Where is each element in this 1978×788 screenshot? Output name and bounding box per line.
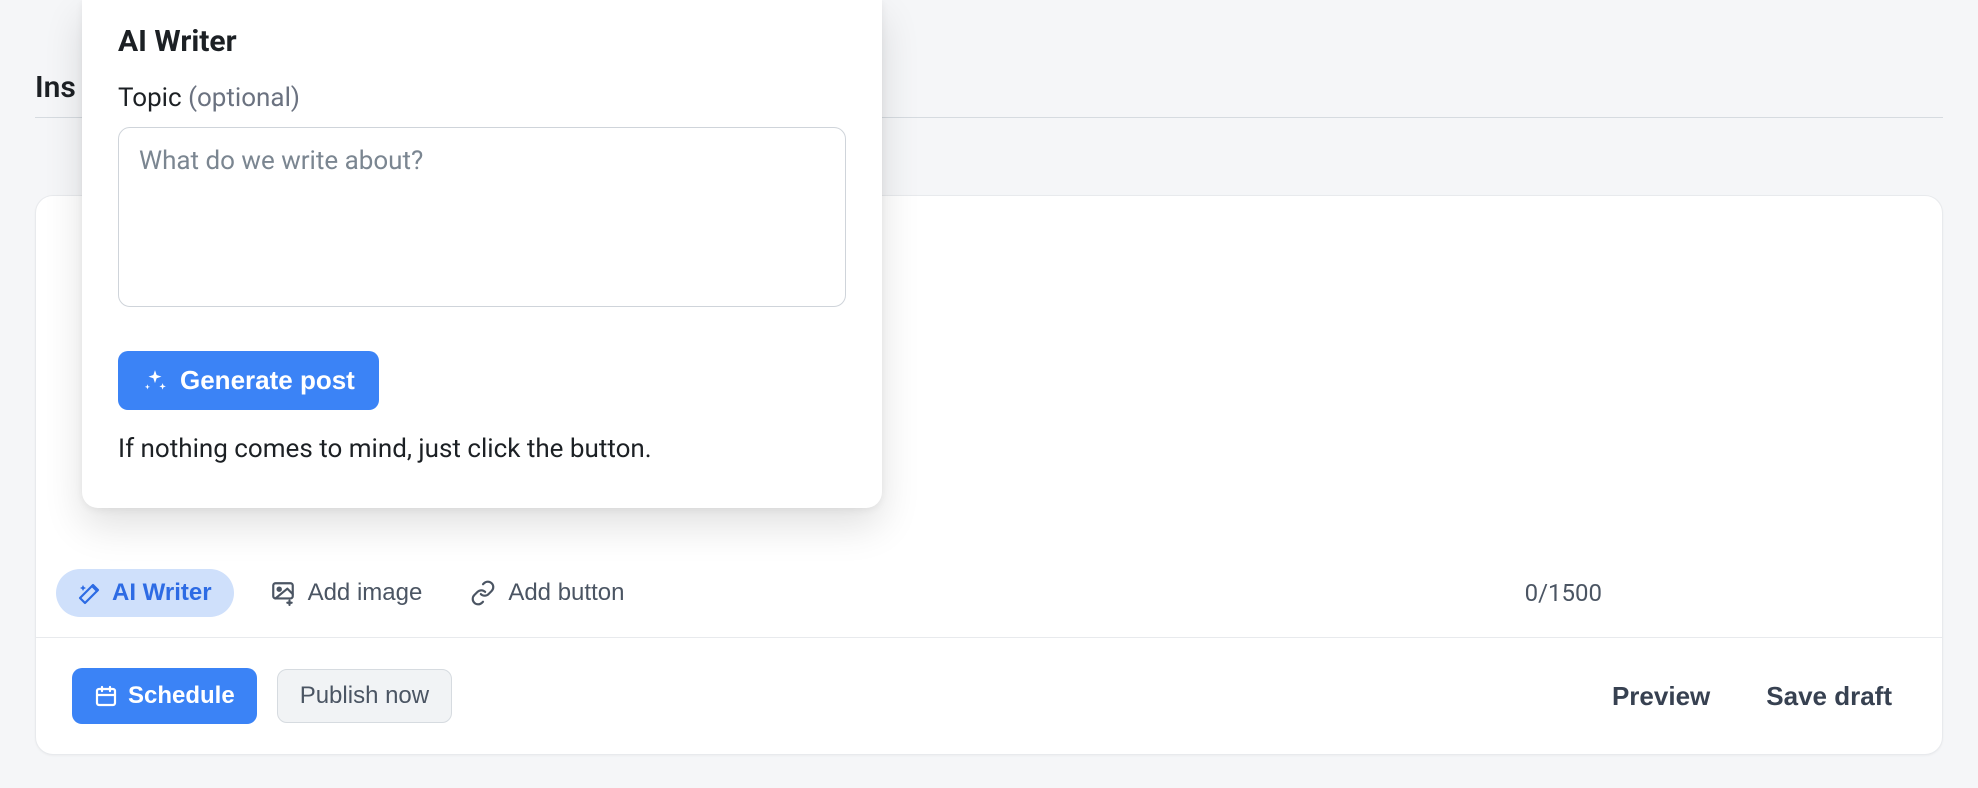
generate-hint-text: If nothing comes to mind, just click the… bbox=[118, 434, 846, 464]
sparkles-icon bbox=[142, 368, 168, 394]
ai-writer-popover: AI Writer Topic (optional) Generate post… bbox=[82, 0, 882, 508]
add-button-label: Add button bbox=[508, 579, 624, 607]
topic-label-text: Topic bbox=[118, 83, 182, 113]
publish-now-label: Publish now bbox=[300, 682, 429, 710]
popover-title: AI Writer bbox=[118, 24, 846, 59]
add-image-label: Add image bbox=[308, 579, 423, 607]
topic-optional-text: (optional) bbox=[188, 83, 300, 113]
ai-writer-toggle-button[interactable]: AI Writer bbox=[56, 569, 234, 617]
add-image-button[interactable]: Add image bbox=[258, 571, 435, 615]
topic-input[interactable] bbox=[118, 127, 846, 307]
ai-writer-toggle-label: AI Writer bbox=[112, 579, 212, 607]
image-plus-icon bbox=[270, 580, 296, 606]
link-icon bbox=[470, 580, 496, 606]
topic-field-label: Topic (optional) bbox=[118, 83, 846, 113]
toolbar-left: AI Writer Add image bbox=[56, 569, 636, 617]
save-draft-button[interactable]: Save draft bbox=[1752, 673, 1906, 720]
footer-right: Preview Save draft bbox=[1598, 673, 1906, 720]
generate-post-button[interactable]: Generate post bbox=[118, 351, 379, 410]
editor-toolbar: AI Writer Add image bbox=[36, 569, 1942, 637]
editor-footer: Schedule Publish now Preview Save draft bbox=[36, 637, 1942, 754]
calendar-icon bbox=[94, 684, 118, 708]
schedule-label: Schedule bbox=[128, 682, 235, 710]
publish-now-button[interactable]: Publish now bbox=[277, 669, 452, 723]
tab-partial-text[interactable]: Ins bbox=[35, 70, 76, 105]
preview-button[interactable]: Preview bbox=[1598, 673, 1724, 720]
schedule-button[interactable]: Schedule bbox=[72, 668, 257, 724]
magic-wand-icon bbox=[78, 581, 102, 605]
generate-post-label: Generate post bbox=[180, 365, 355, 396]
character-count: 0/1500 bbox=[1525, 579, 1922, 607]
add-button-button[interactable]: Add button bbox=[458, 571, 636, 615]
